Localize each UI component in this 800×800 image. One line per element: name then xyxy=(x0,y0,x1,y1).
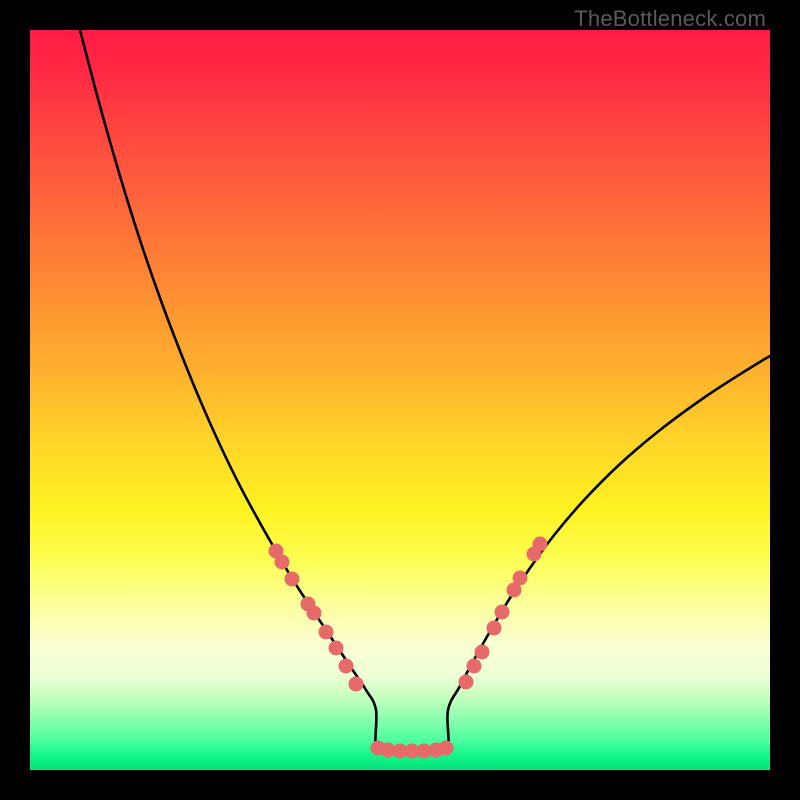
data-point xyxy=(349,677,364,692)
data-point xyxy=(459,675,474,690)
bottleneck-curve xyxy=(80,30,770,751)
curve-svg xyxy=(30,30,770,770)
data-point xyxy=(307,606,322,621)
data-point xyxy=(467,659,482,674)
data-point xyxy=(439,741,454,756)
data-point xyxy=(533,537,548,552)
data-point xyxy=(339,659,354,674)
data-point xyxy=(329,641,344,656)
data-point xyxy=(475,645,490,660)
data-point xyxy=(319,625,334,640)
chart-frame: TheBottleneck.com xyxy=(0,0,800,800)
data-point xyxy=(495,605,510,620)
data-point xyxy=(487,621,502,636)
plot-area xyxy=(30,30,770,770)
data-markers xyxy=(269,537,548,759)
data-point xyxy=(513,571,528,586)
data-point xyxy=(285,572,300,587)
curve-path xyxy=(80,30,770,751)
watermark-text: TheBottleneck.com xyxy=(574,6,766,32)
data-point xyxy=(275,555,290,570)
